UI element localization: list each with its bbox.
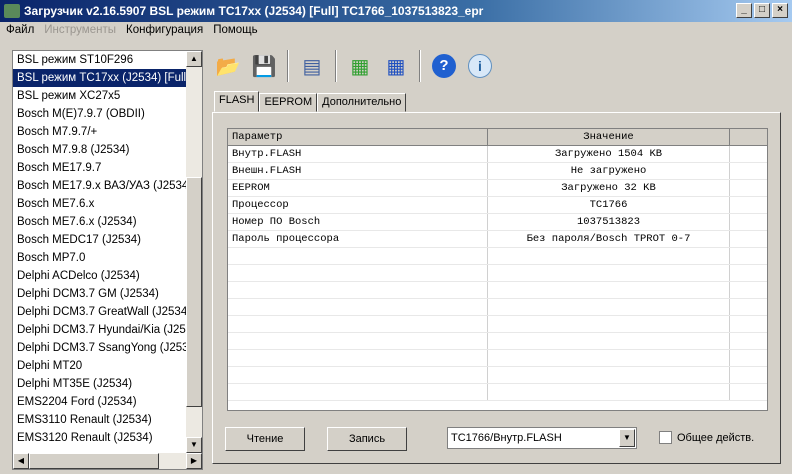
protocol-item[interactable]: Delphi ACDelco (J2534) <box>13 267 187 285</box>
grid-row[interactable]: EEPROM Загружено 32 KB <box>228 180 767 197</box>
empty-row <box>228 248 767 265</box>
protocol-item[interactable]: Bosch MP7.0 <box>13 249 187 267</box>
protocol-item[interactable]: Bosch M7.9.7/+ <box>13 123 187 141</box>
flash-panel: Параметр Значение Внутр.FLASH Загружено 15… <box>212 112 781 464</box>
vertical-scrollbar[interactable]: ▲ ▼ <box>186 51 202 453</box>
protocol-item[interactable]: EMS3110 Renault (J2534) <box>13 411 187 429</box>
empty-row <box>228 350 767 367</box>
protocol-item[interactable]: BSL режим ST10F296 <box>13 51 187 69</box>
value-cell: Без пароля/Bosch TPROT 0-7 <box>488 231 730 247</box>
protocol-item[interactable]: Bosch ME7.6.x <box>13 195 187 213</box>
scroll-right-icon[interactable]: ▶ <box>186 453 202 469</box>
value-cell: Загружено 32 KB <box>488 180 730 196</box>
save-window-icon[interactable]: ▦ <box>380 50 412 82</box>
menu-bar: Файл Инструменты Конфигурация Помощь <box>6 24 258 36</box>
protocol-item[interactable]: EMS2204 Ford (J2534) <box>13 393 187 411</box>
empty-row <box>228 299 767 316</box>
value-cell: TC1766 <box>488 197 730 213</box>
open-folder-icon[interactable]: 📂 <box>212 50 244 82</box>
toolbar: 📂 💾 ▤ ▦ ▦ ? i <box>212 46 496 86</box>
protocol-item[interactable]: Delphi DCM3.7 GreatWall (J2534) <box>13 303 187 321</box>
memory-select[interactable]: TC1766/Внутр.FLASH ▼ <box>447 427 637 449</box>
minimize-button[interactable]: _ <box>736 3 752 18</box>
param-cell: Внешн.FLASH <box>228 163 488 179</box>
common-action-checkbox[interactable]: Общее действ. <box>659 431 754 444</box>
protocol-item[interactable]: Delphi DCM3.7 SsangYong (J2534) <box>13 339 187 357</box>
title-bar: Загрузчик v2.16.5907 BSL режим TC17xx (J… <box>0 0 792 22</box>
checkbox-box[interactable] <box>659 431 672 444</box>
window-title: Загрузчик v2.16.5907 BSL режим TC17xx (J… <box>24 4 484 18</box>
menu-help[interactable]: Помощь <box>213 24 257 36</box>
param-cell: Пароль процессора <box>228 231 488 247</box>
tab-eeprom[interactable]: EEPROM <box>259 93 318 112</box>
protocol-item[interactable]: BSL режим TC17xx (J2534) [Full] <box>13 69 187 87</box>
menu-file[interactable]: Файл <box>6 24 34 36</box>
save-icon[interactable]: 💾 <box>248 50 280 82</box>
header-parameter[interactable]: Параметр <box>228 129 488 145</box>
empty-row <box>228 367 767 384</box>
checksum-icon[interactable]: ▤ <box>296 50 328 82</box>
protocol-item[interactable]: Bosch M(E)7.9.7 (OBDII) <box>13 105 187 123</box>
grid-row[interactable]: Процессор TC1766 <box>228 197 767 214</box>
close-button[interactable]: × <box>772 3 788 18</box>
empty-row <box>228 384 767 401</box>
empty-row <box>228 265 767 282</box>
protocol-item[interactable]: BSL режим XC27x5 <box>13 87 187 105</box>
param-cell: Внутр.FLASH <box>228 146 488 162</box>
value-cell: Не загружено <box>488 163 730 179</box>
grid-header: Параметр Значение <box>228 129 767 146</box>
protocol-item[interactable]: Bosch MEDC17 (J2534) <box>13 231 187 249</box>
menu-tools[interactable]: Инструменты <box>44 24 116 36</box>
tab-flash[interactable]: FLASH <box>214 91 260 112</box>
info-icon[interactable]: i <box>464 50 496 82</box>
maximize-button[interactable]: □ <box>754 3 770 18</box>
help-icon[interactable]: ? <box>428 50 460 82</box>
protocol-item[interactable]: EMS3120 Renault (J2534) <box>13 429 187 447</box>
read-button[interactable]: Чтение <box>225 427 305 451</box>
protocol-item[interactable]: Delphi DCM3.7 Hyundai/Kia (J2534) <box>13 321 187 339</box>
tab-additional[interactable]: Дополнительно <box>317 93 407 112</box>
menu-config[interactable]: Конфигурация <box>126 24 203 36</box>
param-cell: Процессор <box>228 197 488 213</box>
checkbox-label: Общее действ. <box>677 431 755 444</box>
param-cell: EEPROM <box>228 180 488 196</box>
empty-row <box>228 282 767 299</box>
write-button[interactable]: Запись <box>327 427 407 451</box>
scroll-thumb[interactable] <box>186 177 202 407</box>
value-cell: 1037513823 <box>488 214 730 230</box>
protocol-item[interactable]: Bosch ME17.9.7 <box>13 159 187 177</box>
empty-row <box>228 333 767 350</box>
grid-row[interactable]: Номер ПО Bosch 1037513823 <box>228 214 767 231</box>
grid-row[interactable]: Внутр.FLASH Загружено 1504 KB <box>228 146 767 163</box>
load-window-icon[interactable]: ▦ <box>344 50 376 82</box>
protocol-item[interactable]: Bosch ME17.9.x ВАЗ/УАЗ (J2534) <box>13 177 187 195</box>
grid-row[interactable]: Внешн.FLASH Не загружено <box>228 163 767 180</box>
hscroll-thumb[interactable] <box>29 453 159 469</box>
info-grid: Параметр Значение Внутр.FLASH Загружено 15… <box>227 128 768 411</box>
protocol-item[interactable]: Bosch ME7.6.x (J2534) <box>13 213 187 231</box>
param-cell: Номер ПО Bosch <box>228 214 488 230</box>
protocol-item[interactable]: Bosch M7.9.8 (J2534) <box>13 141 187 159</box>
scroll-left-icon[interactable]: ◀ <box>13 453 29 469</box>
app-icon <box>4 4 20 18</box>
grid-row[interactable]: Пароль процессора Без пароля/Bosch TPROT … <box>228 231 767 248</box>
value-cell: Загружено 1504 KB <box>488 146 730 162</box>
scroll-up-icon[interactable]: ▲ <box>186 51 202 67</box>
header-value[interactable]: Значение <box>488 129 730 145</box>
memory-select-value: TC1766/Внутр.FLASH <box>451 432 562 444</box>
protocol-item[interactable]: Delphi DCM3.7 GM (J2534) <box>13 285 187 303</box>
empty-row <box>228 316 767 333</box>
chevron-down-icon[interactable]: ▼ <box>619 429 635 447</box>
protocol-item[interactable]: Delphi MT35E (J2534) <box>13 375 187 393</box>
protocol-list[interactable]: BSL режим ST10F296 BSL режим TC17xx (J253… <box>12 50 203 470</box>
protocol-item[interactable]: Delphi MT20 <box>13 357 187 375</box>
horizontal-scrollbar[interactable]: ◀ ▶ <box>13 453 202 469</box>
scroll-down-icon[interactable]: ▼ <box>186 437 202 453</box>
